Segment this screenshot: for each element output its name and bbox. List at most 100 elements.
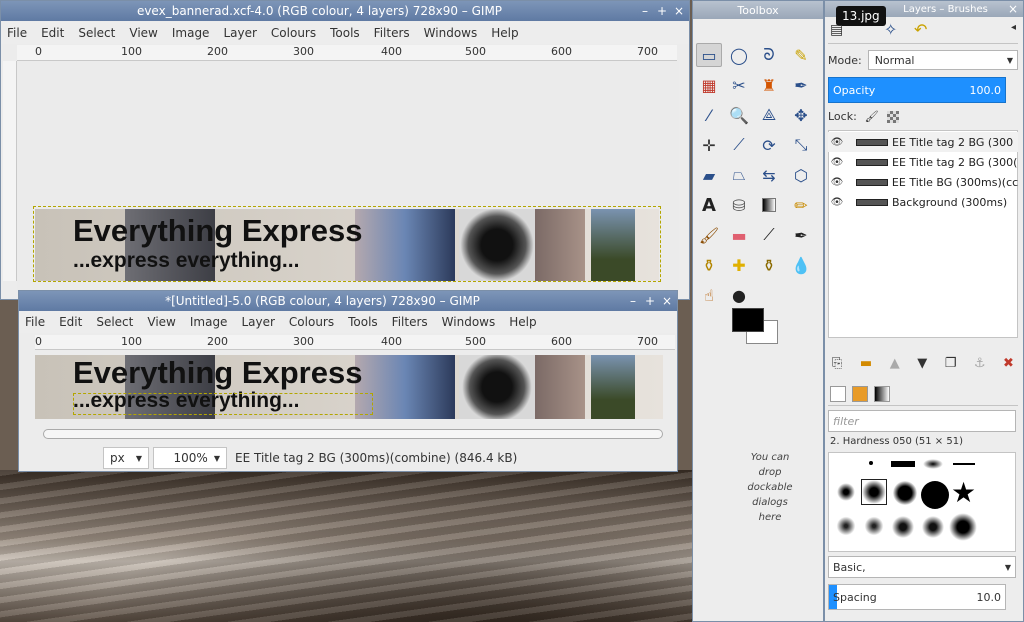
menu-colours[interactable]: Colours <box>271 26 316 40</box>
spacing-slider[interactable]: Spacing 10.0 <box>828 584 1006 610</box>
close-button[interactable]: × <box>660 294 674 308</box>
free-select-icon[interactable]: ᘐ <box>756 43 782 67</box>
zoom-icon[interactable]: 🔍 <box>726 103 752 127</box>
brush-item[interactable] <box>893 481 917 505</box>
menu-help[interactable]: Help <box>509 315 536 329</box>
menu-help[interactable]: Help <box>491 26 518 40</box>
blur-icon[interactable]: 💧 <box>788 253 814 277</box>
measure-icon[interactable]: ⟁ <box>756 103 782 127</box>
unit-select[interactable]: px ▼ <box>103 447 149 469</box>
close-button[interactable]: × <box>1006 2 1020 16</box>
ink-icon[interactable]: ✒ <box>788 223 814 247</box>
menu-edit[interactable]: Edit <box>59 315 82 329</box>
duplicate-layer-icon[interactable]: ❐ <box>945 356 957 371</box>
paths-icon[interactable]: ✒ <box>788 73 814 97</box>
anchor-icon[interactable]: ⚓ <box>974 356 986 371</box>
ellipse-select-icon[interactable]: ◯ <box>726 43 752 67</box>
maximize-button[interactable]: + <box>655 4 669 18</box>
delete-layer-icon[interactable]: ✖ <box>1003 356 1014 371</box>
menu-edit[interactable]: Edit <box>41 26 64 40</box>
tab-brushes[interactable] <box>830 386 846 402</box>
toolbox-titlebar[interactable]: Toolbox <box>693 1 823 19</box>
foreground-select-icon[interactable]: ♜ <box>756 73 782 97</box>
mode-select[interactable]: Normal ▼ <box>867 50 1018 70</box>
dodge-icon[interactable]: ● <box>726 283 752 307</box>
menu-layer[interactable]: Layer <box>241 315 274 329</box>
close-button[interactable]: × <box>672 4 686 18</box>
brush-item[interactable] <box>923 459 943 469</box>
brush-item[interactable] <box>891 515 915 539</box>
eraser-icon[interactable]: ▬ <box>726 223 752 247</box>
new-layer-icon[interactable]: ⎘ <box>832 356 842 371</box>
foreground-color[interactable] <box>732 308 764 332</box>
menu-windows[interactable]: Windows <box>424 26 478 40</box>
menu-file[interactable]: File <box>7 26 27 40</box>
rotate-icon[interactable]: ⟳ <box>756 133 782 157</box>
brush-item[interactable] <box>921 515 945 539</box>
menu-image[interactable]: Image <box>172 26 210 40</box>
brush-item[interactable] <box>835 515 857 537</box>
alpha-lock-icon[interactable] <box>886 110 899 123</box>
menu-windows[interactable]: Windows <box>442 315 496 329</box>
by-color-select-icon[interactable]: ▦ <box>696 73 722 97</box>
align-icon[interactable]: ✛ <box>696 133 722 157</box>
pencil-icon[interactable]: ✏ <box>788 193 814 217</box>
fuzzy-select-icon[interactable]: ✎ <box>788 43 814 67</box>
perspective-clone-icon[interactable]: ⚱ <box>756 253 782 277</box>
eye-icon[interactable]: 👁 <box>828 157 846 168</box>
eye-icon[interactable]: 👁 <box>828 177 846 188</box>
menu-filters[interactable]: Filters <box>392 315 428 329</box>
menu-tools[interactable]: Tools <box>330 26 360 40</box>
menu-view[interactable]: View <box>147 315 175 329</box>
brush-item[interactable] <box>837 483 855 501</box>
window-titlebar[interactable]: *[Untitled]-5.0 (RGB colour, 4 layers) 7… <box>19 291 677 311</box>
crop-icon[interactable]: ⟋ <box>726 133 752 157</box>
raise-layer-icon[interactable]: ▲ <box>890 356 900 371</box>
flip-icon[interactable]: ⇆ <box>756 163 782 187</box>
brush-item[interactable] <box>863 515 885 537</box>
tab-undo[interactable]: ↶ <box>914 20 927 39</box>
blend-icon[interactable] <box>756 193 782 217</box>
layer-row[interactable]: 👁 EE Title BG (300ms)(cc <box>828 172 1018 192</box>
fg-bg-color-swatches[interactable] <box>732 308 782 346</box>
eye-icon[interactable]: 👁 <box>828 137 846 148</box>
paintbrush-icon[interactable]: 🖌 <box>696 223 722 247</box>
heal-icon[interactable]: ✚ <box>726 253 752 277</box>
smudge-icon[interactable]: ☝ <box>696 283 722 307</box>
brush-lock-icon[interactable]: 🖌 <box>865 110 879 123</box>
menu-tools[interactable]: Tools <box>348 315 378 329</box>
tab-paths[interactable]: ✧ <box>884 20 897 39</box>
color-picker-icon[interactable]: ⁄ <box>696 103 722 127</box>
clone-icon[interactable]: ⚱ <box>696 253 722 277</box>
brush-item[interactable] <box>891 461 915 467</box>
menu-select[interactable]: Select <box>96 315 133 329</box>
layer-row[interactable]: 👁 EE Title tag 2 BG (300 <box>828 132 1018 152</box>
scissors-icon[interactable]: ✂ <box>726 73 752 97</box>
scale-icon[interactable]: ⤡ <box>788 133 814 157</box>
menu-filters[interactable]: Filters <box>374 26 410 40</box>
tab-gradients[interactable] <box>874 386 890 402</box>
horizontal-scrollbar[interactable] <box>43 429 663 439</box>
menu-image[interactable]: Image <box>190 315 228 329</box>
shear-icon[interactable]: ▰ <box>696 163 722 187</box>
text-icon[interactable]: A <box>696 193 722 217</box>
airbrush-icon[interactable]: ⟋ <box>756 223 782 247</box>
menu-view[interactable]: View <box>129 26 157 40</box>
menu-layer[interactable]: Layer <box>223 26 256 40</box>
tab-layers[interactable]: ▤ <box>830 22 843 38</box>
brush-preset-select[interactable]: Basic, ▼ <box>828 556 1016 578</box>
window-titlebar[interactable]: evex_bannerad.xcf-4.0 (RGB colour, 4 lay… <box>1 1 689 21</box>
menu-colours[interactable]: Colours <box>289 315 334 329</box>
maximize-button[interactable]: + <box>643 294 657 308</box>
eye-icon[interactable]: 👁 <box>828 197 846 208</box>
brush-item[interactable] <box>861 479 887 505</box>
brush-item[interactable]: ★ <box>951 479 976 507</box>
zoom-select[interactable]: 100% ▼ <box>153 447 227 469</box>
new-group-icon[interactable]: ▬ <box>860 356 872 371</box>
brush-filter-input[interactable]: filter <box>828 410 1016 432</box>
brush-item[interactable] <box>869 461 873 465</box>
brush-item[interactable] <box>953 463 975 465</box>
menu-select[interactable]: Select <box>78 26 115 40</box>
minimize-button[interactable]: – <box>626 294 640 308</box>
menu-file[interactable]: File <box>25 315 45 329</box>
